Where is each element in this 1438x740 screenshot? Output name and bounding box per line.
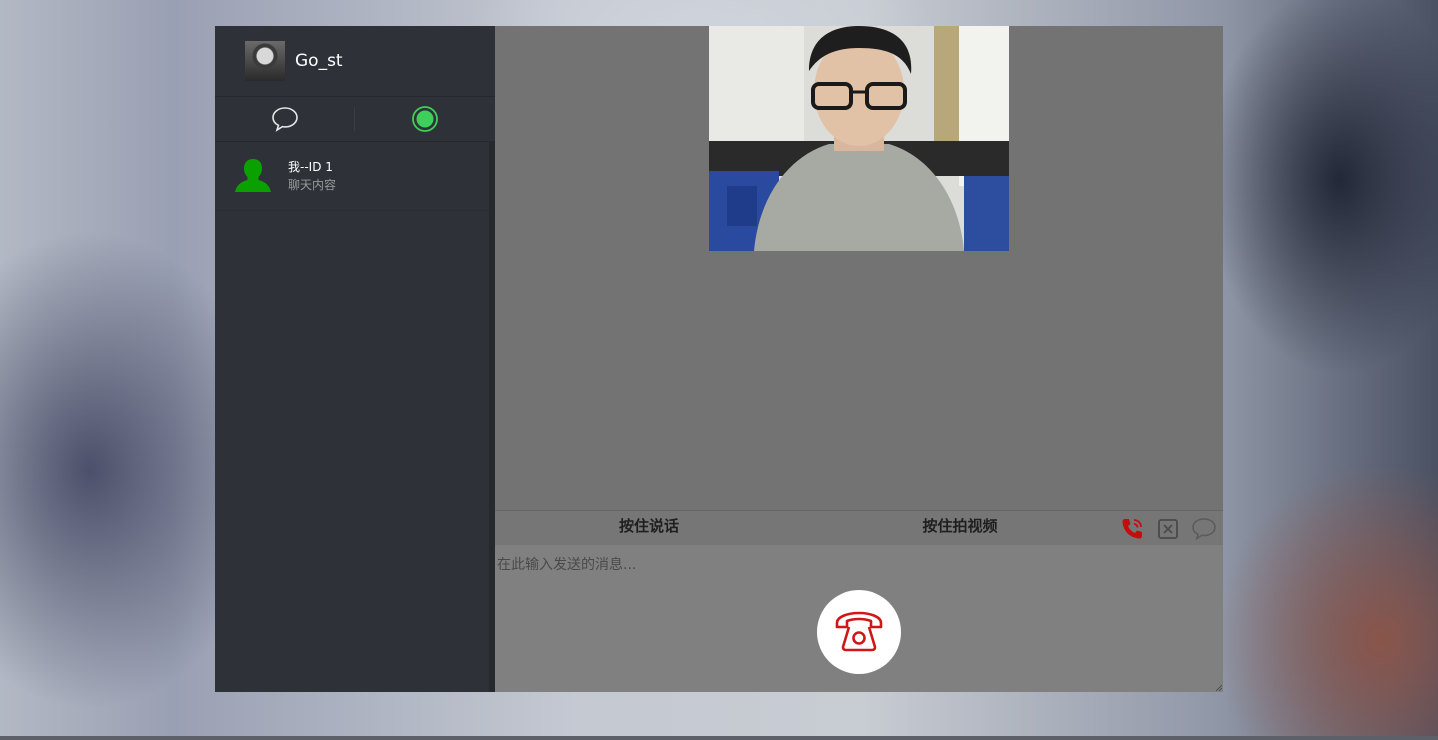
hold-to-record-video-button[interactable]: 按住拍视频: [900, 511, 1020, 545]
call-panel: 按住说话 按住拍视频: [495, 26, 1223, 692]
chat-bubble-icon[interactable]: [1191, 516, 1217, 542]
chat-window: Go_st 我--ID 1 聊天内容 按住说话 按住拍视频 在此输入发送的消息.…: [215, 26, 1223, 692]
sidebar: Go_st 我--ID 1 聊天内容: [215, 26, 495, 692]
contact-name: 我--ID 1: [288, 160, 333, 174]
contact-item[interactable]: 我--ID 1 聊天内容: [215, 142, 489, 211]
contact-preview: 聊天内容: [288, 178, 337, 192]
profile-name: Go_st: [295, 51, 343, 71]
user-silhouette-icon: [235, 159, 271, 192]
screen-bottom-edge: [0, 736, 1438, 740]
telephone-icon: [835, 611, 883, 652]
remote-video: [709, 26, 1009, 251]
phone-call-icon[interactable]: [1119, 516, 1145, 542]
tab-chats[interactable]: [215, 97, 355, 141]
close-box-icon[interactable]: [1155, 516, 1181, 542]
message-input[interactable]: [495, 545, 1215, 585]
hangup-button[interactable]: [817, 590, 901, 674]
contact-text: 我--ID 1 聊天内容: [288, 158, 336, 194]
hold-to-talk-button[interactable]: 按住说话: [599, 511, 699, 545]
profile-avatar[interactable]: [245, 41, 285, 81]
remote-video-stream: [709, 26, 1009, 251]
profile-header: Go_st: [215, 26, 495, 97]
resize-grip-icon[interactable]: [1216, 685, 1222, 691]
online-status-icon: [412, 106, 438, 132]
chat-bubble-icon: [272, 107, 298, 132]
composer-toolbar: 按住说话 按住拍视频: [495, 510, 1223, 545]
tab-online[interactable]: [355, 97, 495, 141]
sidebar-tabs: [215, 97, 495, 142]
composer-area: [495, 545, 1223, 692]
tab-divider: [354, 107, 355, 131]
contact-list: 我--ID 1 聊天内容: [215, 142, 489, 692]
